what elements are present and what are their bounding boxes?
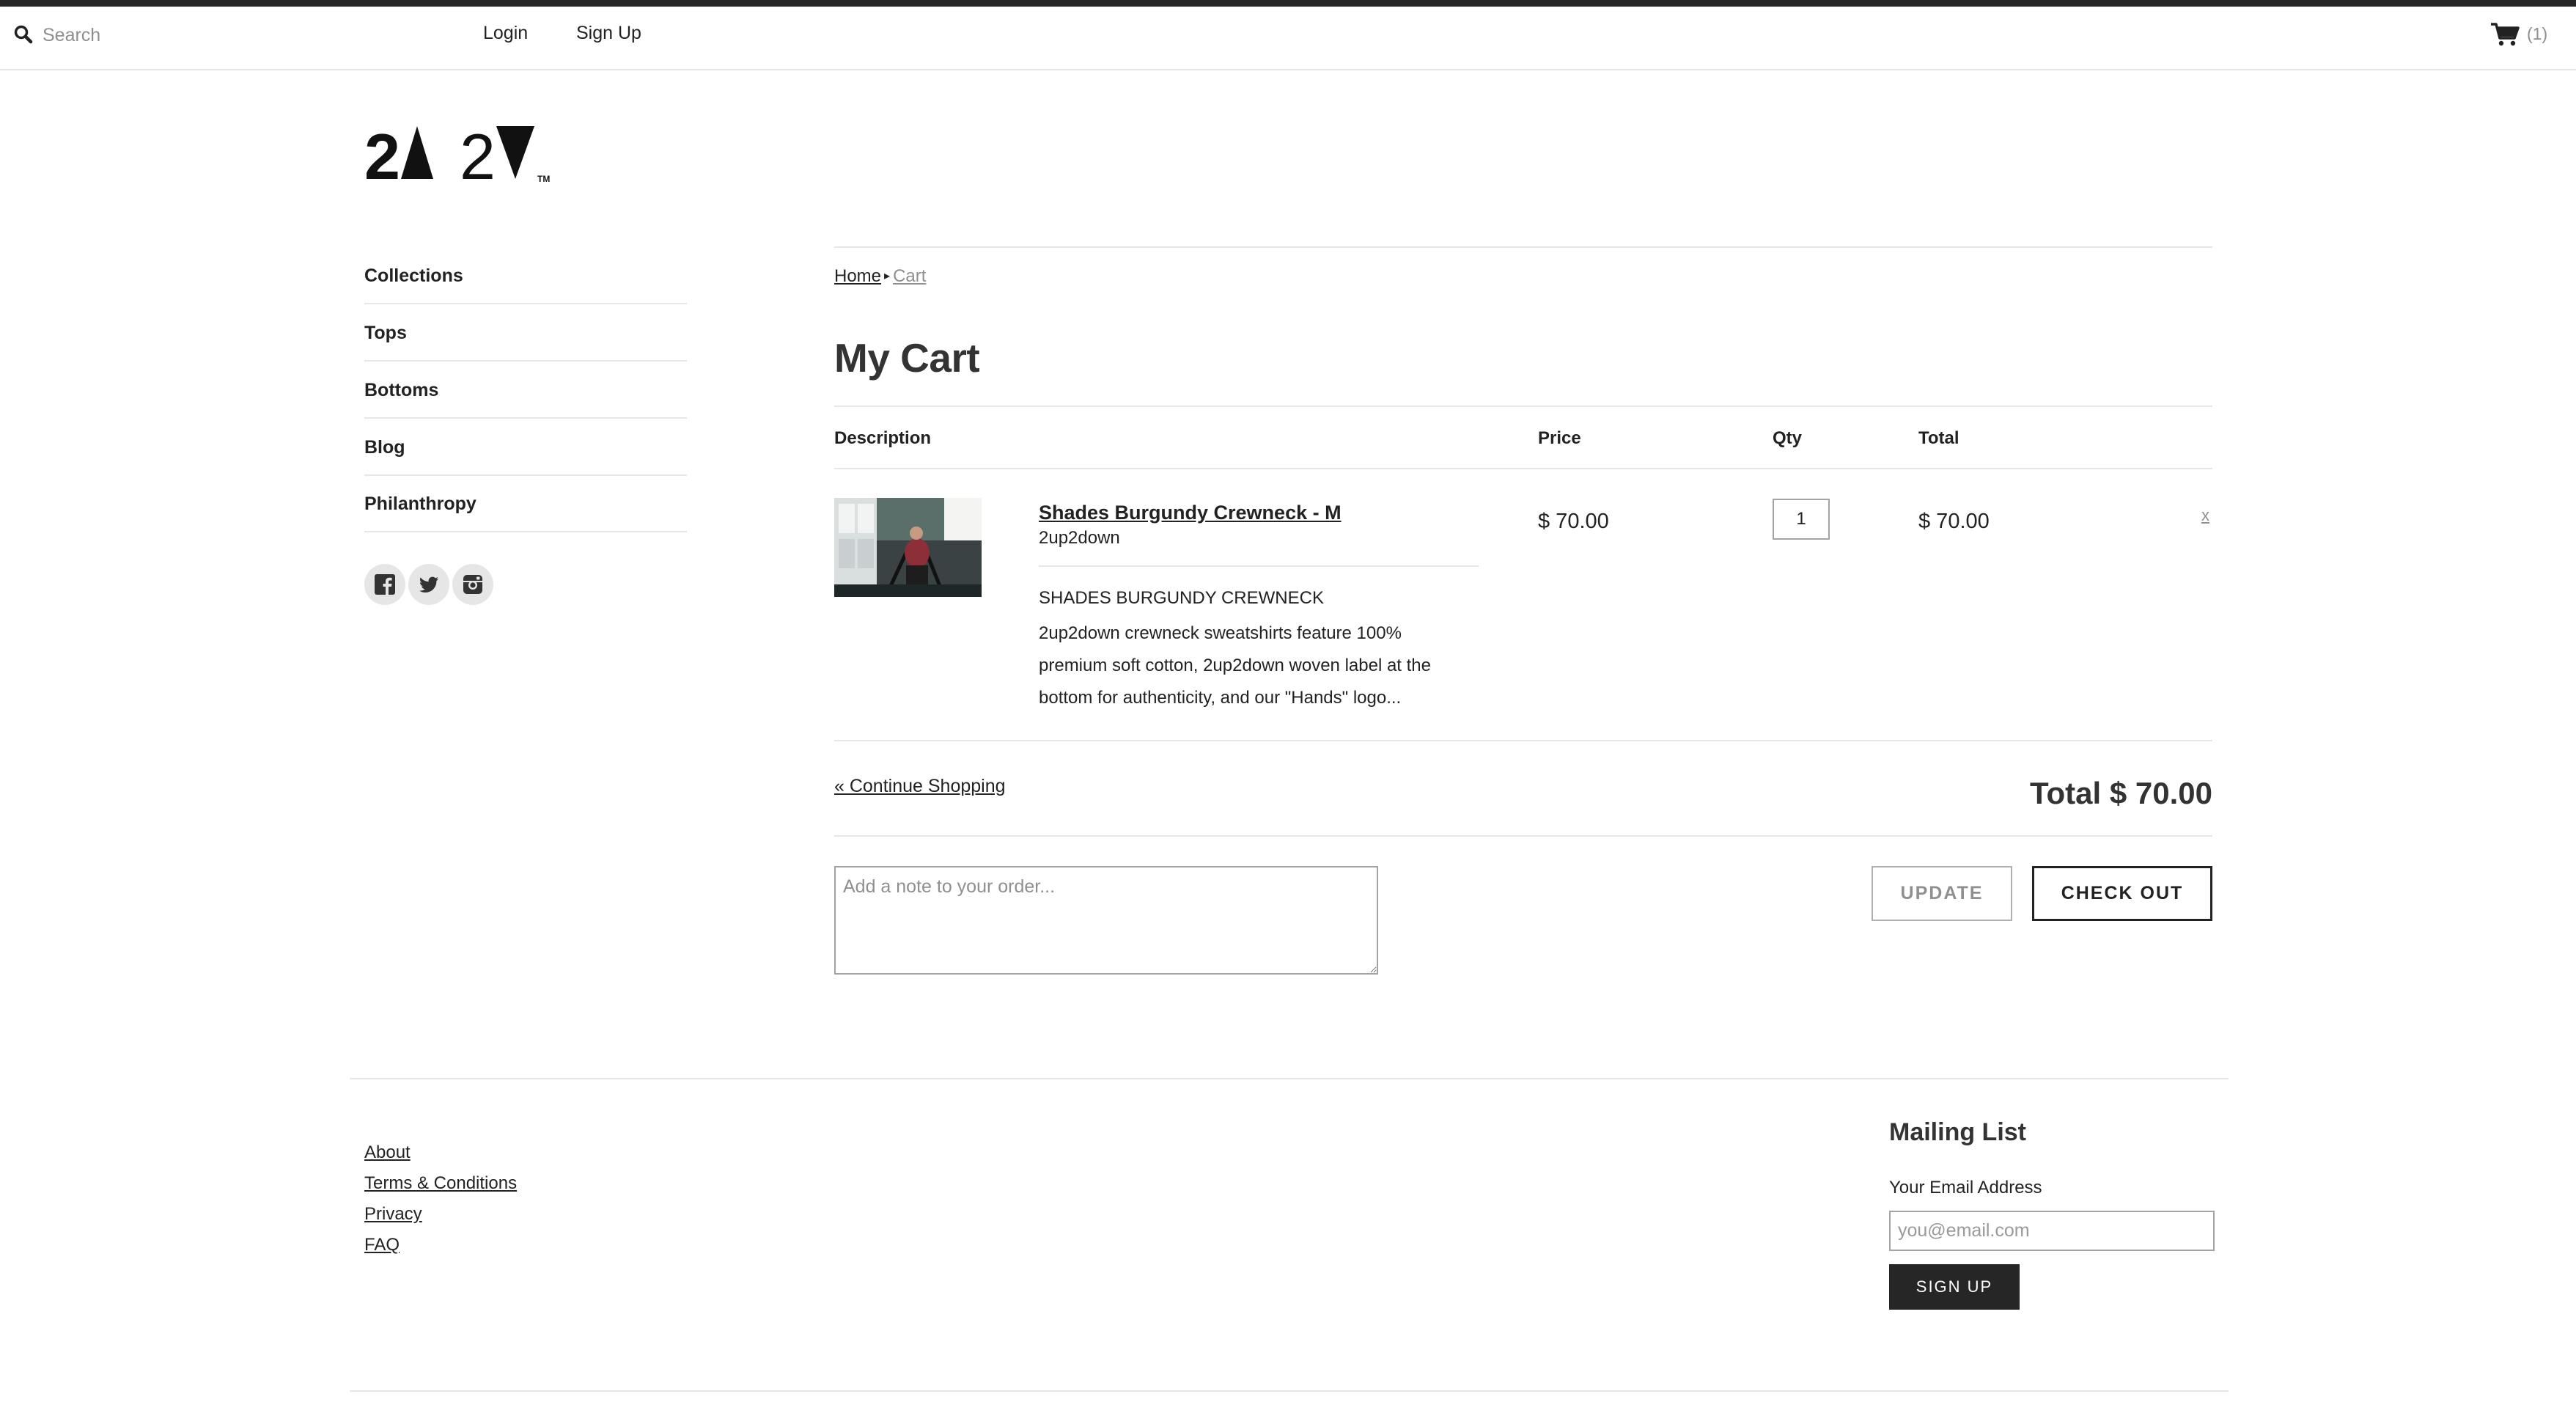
email-label: Your Email Address <box>1889 1178 2042 1197</box>
twitter-icon <box>419 576 438 593</box>
divider <box>834 740 2212 741</box>
mailing-signup-button[interactable]: SIGN UP <box>1889 1264 2020 1310</box>
cart-count[interactable]: (1) <box>2527 24 2547 44</box>
breadcrumb-cart-link[interactable]: Cart <box>893 266 926 286</box>
breadcrumb-home-link[interactable]: Home <box>834 266 881 286</box>
sidebar-item-philanthropy[interactable]: Philanthropy <box>364 475 687 532</box>
search-icon[interactable] <box>13 24 34 45</box>
remove-item-link[interactable]: x <box>2201 506 2209 525</box>
cart-icon[interactable] <box>2490 22 2520 47</box>
sidebar-item-label: Blog <box>364 437 405 458</box>
facebook-icon <box>375 574 395 595</box>
svg-text:2: 2 <box>460 123 496 183</box>
checkout-button[interactable]: CHECK OUT <box>2032 866 2212 921</box>
item-total: $ 70.00 <box>1918 510 1990 533</box>
product-description-title: SHADES BURGUNDY CREWNECK <box>1039 588 1324 608</box>
sidebar-item-tops[interactable]: Tops <box>364 304 687 362</box>
top-accent-bar <box>0 0 2576 7</box>
svg-text:TM: TM <box>537 174 550 183</box>
update-button[interactable]: UPDATE <box>1872 866 2012 921</box>
brand-logo[interactable]: 2 2 TM <box>364 123 555 183</box>
email-field[interactable] <box>1889 1211 2215 1251</box>
mailing-list-title: Mailing List <box>1889 1118 2026 1146</box>
divider <box>834 406 2212 407</box>
sidebar-item-blog[interactable]: Blog <box>364 419 687 476</box>
divider <box>834 246 2212 248</box>
divider <box>834 835 2212 837</box>
instagram-link[interactable] <box>452 564 493 605</box>
sidebar-item-collections[interactable]: Collections <box>364 247 687 304</box>
page-title: My Cart <box>834 335 980 381</box>
footer-link-privacy[interactable]: Privacy <box>364 1204 422 1225</box>
column-header-description: Description <box>834 428 932 448</box>
instagram-icon <box>463 575 482 594</box>
sidebar-item-bottoms[interactable]: Bottoms <box>364 362 687 419</box>
item-price: $ 70.00 <box>1538 510 1609 533</box>
footer-link-about[interactable]: About <box>364 1142 411 1163</box>
footer-link-faq[interactable]: FAQ <box>364 1235 400 1255</box>
sidebar-item-label: Bottoms <box>364 380 439 400</box>
divider <box>1039 565 1479 567</box>
sidebar-item-label: Philanthropy <box>364 494 476 514</box>
column-header-price: Price <box>1538 428 1581 448</box>
quantity-input[interactable] <box>1773 499 1830 540</box>
svg-text:2: 2 <box>364 123 400 183</box>
product-description: 2up2down crewneck sweatshirts feature 10… <box>1039 623 1431 708</box>
login-link[interactable]: Login <box>483 23 528 44</box>
breadcrumb: Home ▸ Cart <box>834 266 926 287</box>
twitter-link[interactable] <box>408 564 449 605</box>
sidebar-item-label: Collections <box>364 265 463 286</box>
product-name-link[interactable]: Shades Burgundy Crewneck - M <box>1039 502 1342 524</box>
signup-link[interactable]: Sign Up <box>576 23 641 44</box>
product-vendor: 2up2down <box>1039 528 1120 548</box>
search-input[interactable] <box>43 19 453 51</box>
footer-bottom-divider <box>350 1390 2229 1392</box>
sidebar-item-label: Tops <box>364 323 407 343</box>
cart-total: Total $ 70.00 <box>2029 776 2212 810</box>
facebook-link[interactable] <box>364 564 405 605</box>
continue-shopping-link[interactable]: « Continue Shopping <box>834 776 1006 797</box>
order-note-textarea[interactable] <box>834 866 1378 975</box>
column-header-qty: Qty <box>1773 428 1803 448</box>
column-header-total: Total <box>1918 428 1959 448</box>
footer-link-terms[interactable]: Terms & Conditions <box>364 1173 517 1194</box>
product-image[interactable] <box>834 498 982 597</box>
footer-divider <box>350 1078 2229 1079</box>
breadcrumb-separator-icon: ▸ <box>884 270 891 282</box>
